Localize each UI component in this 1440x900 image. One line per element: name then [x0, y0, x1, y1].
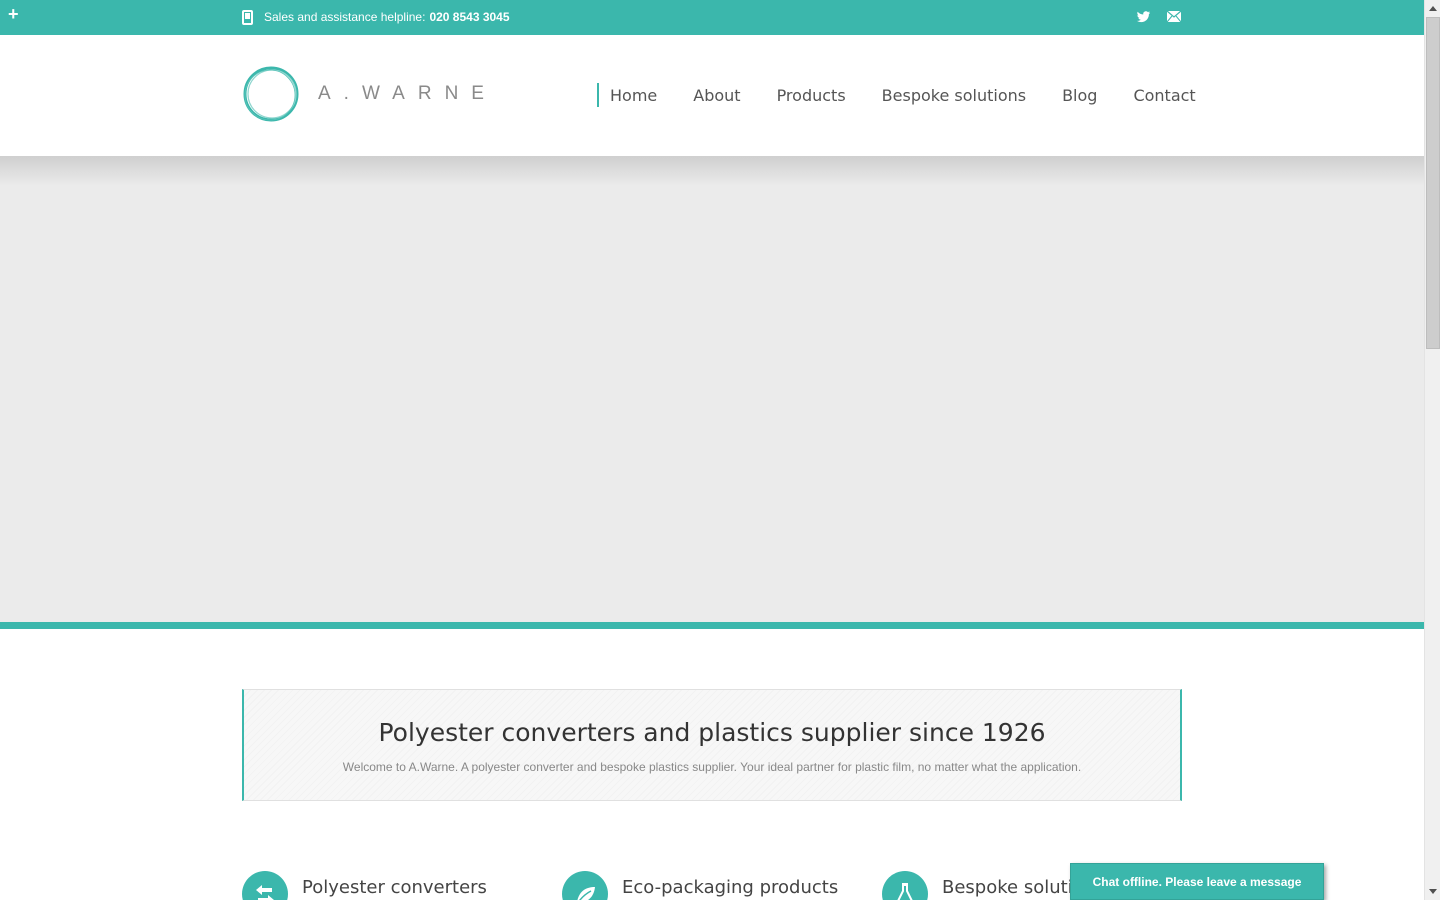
nav-about[interactable]: About: [693, 86, 740, 105]
feature-label: Bespoke solutio: [942, 877, 1084, 898]
nav-bespoke-solutions[interactable]: Bespoke solutions: [882, 86, 1026, 105]
scroll-up-arrow-icon[interactable]: [1425, 0, 1440, 16]
plus-icon[interactable]: +: [8, 4, 19, 24]
nav-products[interactable]: Products: [777, 86, 846, 105]
intro-title: Polyester converters and plastics suppli…: [378, 718, 1046, 747]
logo[interactable]: A.WARNE: [242, 65, 497, 123]
chat-offline-button[interactable]: Chat offline. Please leave a message: [1070, 863, 1324, 900]
feature-label: Eco-packaging products: [622, 877, 839, 898]
logo-text: A.WARNE: [318, 83, 497, 104]
flask-icon: [882, 871, 928, 900]
nav-blog[interactable]: Blog: [1062, 86, 1097, 105]
feature-polyester-converters[interactable]: Polyester converters: [242, 871, 487, 900]
hero-divider: [0, 622, 1424, 629]
features-row: Polyester converters Eco-packaging produ…: [242, 871, 1182, 900]
leaf-icon: [562, 871, 608, 900]
top-bar: + Sales and assistance helpline: 020 854…: [0, 0, 1424, 35]
scroll-thumb[interactable]: [1426, 17, 1440, 349]
logo-ring-icon: [243, 66, 299, 122]
nav-home[interactable]: Home: [610, 86, 657, 105]
scroll-down-arrow-icon[interactable]: [1425, 884, 1440, 900]
twitter-icon[interactable]: [1133, 7, 1153, 27]
header: A.WARNE Home About Products Bespoke solu…: [0, 35, 1424, 156]
scrollbar[interactable]: [1424, 0, 1440, 900]
feature-bespoke-solutions[interactable]: Bespoke solutio: [882, 871, 1084, 900]
hero-shadow: [0, 156, 1424, 186]
mobile-phone-icon: [242, 9, 253, 25]
active-indicator: [597, 83, 599, 107]
helpline-number[interactable]: 020 8543 3045: [429, 10, 509, 24]
feature-label: Polyester converters: [302, 877, 487, 898]
feature-eco-packaging[interactable]: Eco-packaging products: [562, 871, 838, 900]
mail-icon[interactable]: [1164, 7, 1184, 27]
arrows-exchange-icon: [242, 871, 288, 900]
helpline: Sales and assistance helpline: 020 8543 …: [242, 9, 510, 25]
intro-box: Polyester converters and plastics suppli…: [242, 689, 1182, 801]
nav-contact[interactable]: Contact: [1133, 86, 1195, 105]
page: + Sales and assistance helpline: 020 854…: [0, 0, 1424, 900]
main-nav: Home About Products Bespoke solutions Bl…: [597, 83, 1196, 107]
hero-banner: [0, 156, 1424, 622]
intro-subtitle: Welcome to A.Warne. A polyester converte…: [342, 760, 1082, 774]
helpline-label: Sales and assistance helpline:: [264, 10, 426, 24]
